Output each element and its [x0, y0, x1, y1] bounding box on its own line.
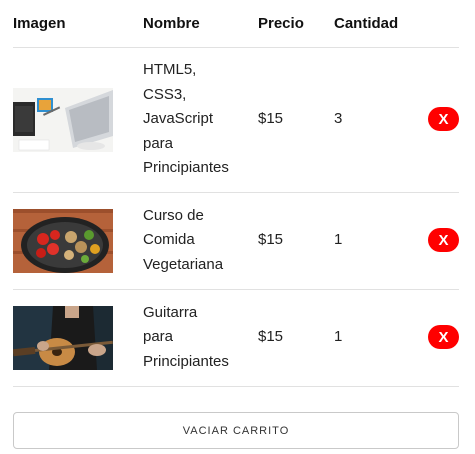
- delete-cell: X: [427, 192, 459, 290]
- delete-item-button[interactable]: X: [428, 228, 459, 252]
- item-name-line: CSS3,: [143, 85, 187, 103]
- table-row: Guitarra para Principiantes $15 1 X: [13, 289, 459, 387]
- header-price: Precio: [258, 0, 334, 48]
- item-name-line: Curso de: [143, 206, 204, 224]
- item-name-line: JavaScript: [143, 110, 214, 128]
- item-quantity: 1: [334, 192, 427, 290]
- item-name-cell: Guitarra para Principiantes: [143, 289, 258, 387]
- item-quantity: 1: [334, 289, 427, 387]
- item-quantity: 3: [334, 47, 427, 193]
- delete-cell: X: [427, 47, 459, 193]
- item-name-line: Principiantes: [143, 352, 229, 370]
- guitar-player-photo: [13, 305, 113, 370]
- vegetables-pan-photo: [13, 208, 113, 273]
- table-row: Curso de Comida Vegetariana $15 1 X: [13, 192, 459, 290]
- laptop-desk-photo: [13, 87, 113, 152]
- table-header-row: Imagen Nombre Precio Cantidad: [13, 0, 459, 48]
- item-name-line: Principiantes: [143, 159, 229, 177]
- delete-item-button[interactable]: X: [428, 325, 459, 349]
- delete-item-button[interactable]: X: [428, 107, 459, 131]
- item-name-cell: HTML5, CSS3, JavaScript para Principiant…: [143, 47, 258, 193]
- item-price: $15: [258, 289, 334, 387]
- table-row: HTML5, CSS3, JavaScript para Principiant…: [13, 47, 459, 193]
- delete-cell: X: [427, 289, 459, 387]
- header-actions: [427, 0, 459, 48]
- item-name-line: Vegetariana: [143, 255, 224, 273]
- header-quantity: Cantidad: [334, 0, 427, 48]
- item-name-line: Guitarra: [143, 303, 198, 321]
- item-image-cell: [13, 47, 143, 193]
- item-image-cell: [13, 192, 143, 290]
- item-image-cell: [13, 289, 143, 387]
- item-price: $15: [258, 192, 334, 290]
- item-name-line: HTML5,: [143, 61, 197, 79]
- item-price: $15: [258, 47, 334, 193]
- item-name-line: Comida: [143, 231, 195, 249]
- cart-table: Imagen Nombre Precio Cantidad HTML5, CSS…: [13, 0, 459, 387]
- shopping-cart: Imagen Nombre Precio Cantidad HTML5, CSS…: [0, 0, 475, 454]
- item-name-line: para: [143, 134, 174, 152]
- item-name-cell: Curso de Comida Vegetariana: [143, 192, 258, 290]
- empty-cart-button[interactable]: VACIAR CARRITO: [13, 412, 459, 449]
- header-name: Nombre: [143, 0, 258, 48]
- item-name-line: para: [143, 328, 174, 346]
- header-image: Imagen: [13, 0, 143, 48]
